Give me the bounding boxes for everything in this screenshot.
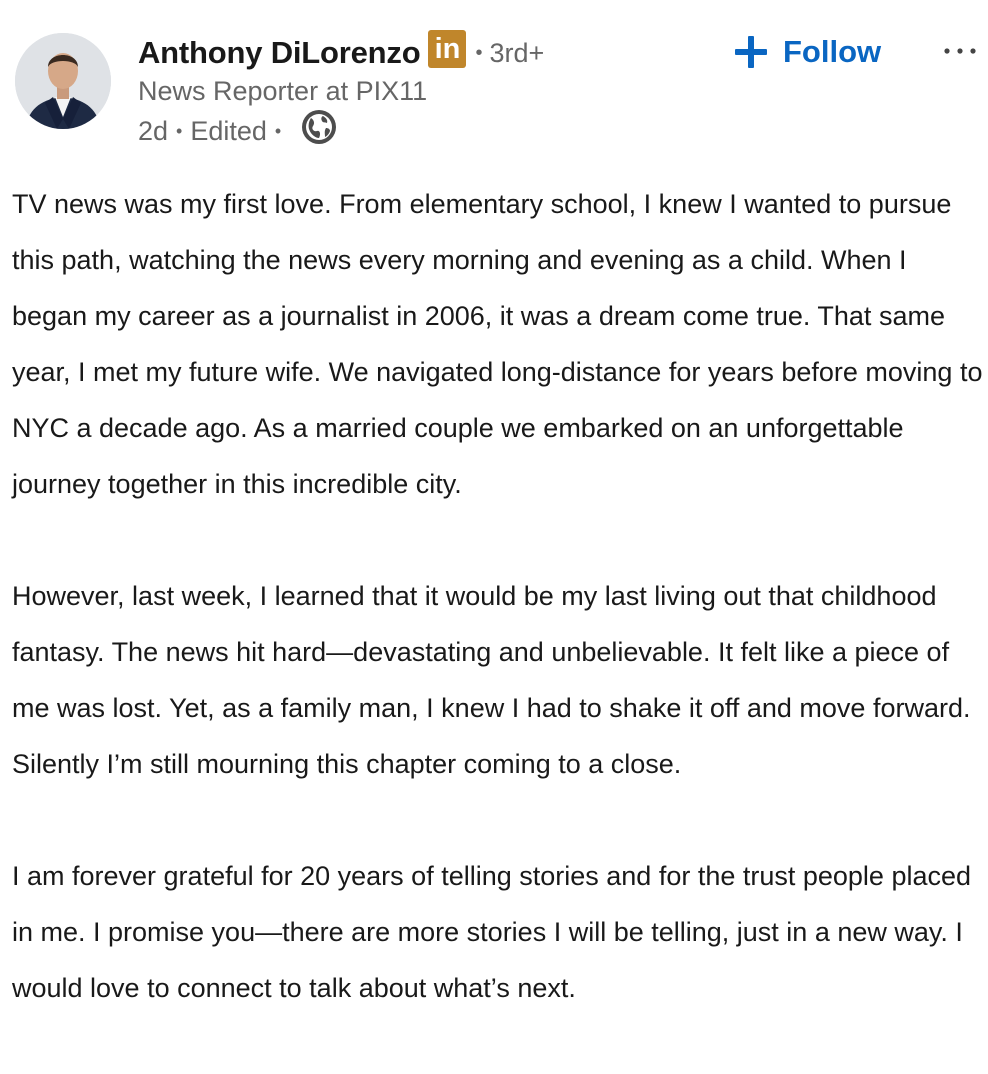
avatar[interactable]	[15, 33, 111, 129]
post-body: TV news was my first love. From elementa…	[12, 176, 984, 1016]
plus-icon	[735, 36, 767, 68]
edited-label: Edited	[190, 115, 267, 146]
connection-degree: 3rd+	[489, 37, 545, 68]
globe-icon	[299, 107, 339, 147]
meta-separator: •	[274, 120, 282, 141]
post-header: Anthony DiLorenzo in • 3rd+ News Reporte…	[0, 0, 988, 170]
post-paragraph: However, last week, I learned that it wo…	[12, 581, 971, 779]
degree-separator: •	[475, 41, 483, 64]
post-time: 2d	[138, 115, 169, 146]
more-options-button[interactable]	[940, 36, 980, 66]
premium-badge-icon: in	[428, 30, 467, 68]
post-paragraph: I am forever grateful for 20 years of te…	[12, 861, 972, 1003]
profile-photo-icon	[15, 33, 111, 129]
post-paragraph: TV news was my first love. From elementa…	[12, 189, 983, 499]
follow-label: Follow	[783, 34, 882, 69]
meta-separator: •	[176, 120, 183, 141]
author-row: Anthony DiLorenzo in • 3rd+	[138, 30, 544, 76]
post-meta: 2d • Edited •	[138, 110, 339, 150]
feed-post: Anthony DiLorenzo in • 3rd+ News Reporte…	[0, 0, 988, 1074]
ellipsis-icon	[944, 48, 976, 54]
author-name[interactable]: Anthony DiLorenzo	[138, 35, 421, 71]
author-headline: News Reporter at PIX11	[138, 76, 428, 106]
follow-button[interactable]: Follow	[733, 28, 881, 76]
